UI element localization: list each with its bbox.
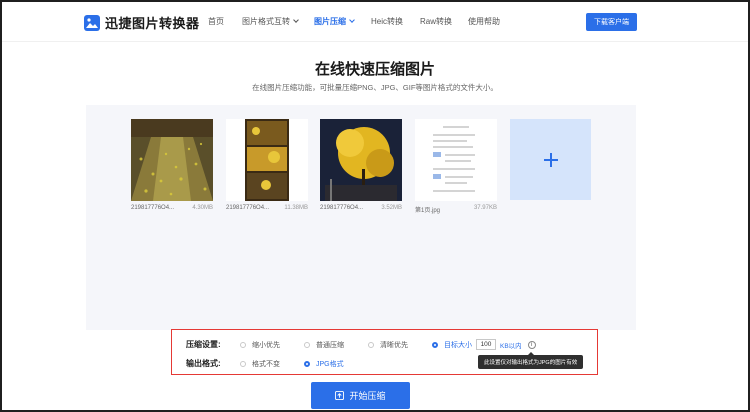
page-title: 在线快速压缩图片 (314, 61, 435, 78)
nav-home[interactable]: 首页 (208, 16, 242, 27)
nav-format-convert[interactable]: 图片格式互转 (242, 16, 314, 27)
compress-option-smallest[interactable]: 缩小优先 (240, 340, 304, 350)
start-compress-button[interactable]: 开始压缩 (311, 382, 410, 409)
option-label: 缩小优先 (252, 341, 280, 349)
image-icon (84, 14, 100, 31)
nav-heic[interactable]: Heic转换 (371, 16, 420, 27)
nav-label: 首页 (208, 17, 224, 26)
compress-option-target-size[interactable]: 目标大小 (432, 340, 472, 350)
nav-label: 使用帮助 (468, 17, 500, 26)
page-subtitle: 在线图片压缩功能，可批量压缩PNG、JPG、GIF等图片格式的文件大小。 (252, 83, 498, 92)
upload-area[interactable]: 219817776O4... 4.30MB 219817776O4... 11.… (86, 105, 636, 330)
file-thumbnail (320, 119, 402, 201)
download-client-button[interactable]: 下载客户端 (586, 13, 637, 31)
add-file-button[interactable] (510, 119, 591, 200)
radio-icon (368, 341, 374, 348)
compress-icon (335, 391, 345, 400)
logo[interactable]: 迅捷图片转换器 (84, 13, 200, 32)
output-format-label: 输出格式: (186, 359, 221, 368)
jpg-only-tooltip: 此设置仅对输出格式为JPG的图片有效 (478, 352, 584, 369)
radio-icon (304, 341, 310, 348)
compress-settings-row: 压缩设置: 缩小优先 普通压缩 清晰优先 目标大小 KB以内 i (186, 339, 536, 350)
radio-icon (240, 360, 246, 367)
file-name: 219817776O4... (320, 205, 364, 211)
nav-image-compress[interactable]: 图片压缩 (314, 16, 371, 27)
app-frame: 迅捷图片转换器 首页 图片格式互转 图片压缩 Heic转换 Raw转换 使用帮助 (0, 0, 750, 412)
info-icon[interactable]: i (527, 340, 536, 349)
file-size: 3.52MB (381, 205, 402, 211)
compress-settings-panel: 压缩设置: 缩小优先 普通压缩 清晰优先 目标大小 KB以内 i 输出格式: (171, 329, 598, 375)
chevron-down-icon (293, 17, 299, 23)
chevron-down-icon (349, 17, 355, 23)
compress-option-clarity[interactable]: 清晰优先 (368, 340, 432, 350)
top-header: 迅捷图片转换器 首页 图片格式互转 图片压缩 Heic转换 Raw转换 使用帮助 (2, 2, 748, 42)
file-size: 37.97KB (473, 205, 497, 211)
option-label: 清晰优先 (380, 341, 408, 349)
file-card[interactable]: 第1页.jpg 37.97KB (415, 119, 497, 214)
radio-icon (240, 341, 246, 348)
radio-selected-icon (432, 341, 438, 348)
file-name: 219817776O4... (131, 205, 175, 211)
file-thumbnail (415, 119, 497, 201)
compress-settings-label: 压缩设置: (186, 340, 221, 349)
file-card[interactable]: 219817776O4... 4.30MB (131, 119, 213, 211)
nav-help[interactable]: 使用帮助 (468, 16, 500, 27)
option-label: 普通压缩 (316, 341, 344, 349)
file-thumbnail (131, 119, 213, 201)
compress-option-normal[interactable]: 普通压缩 (304, 340, 368, 350)
file-name: 第1页.jpg (415, 208, 441, 214)
file-meta: 219817776O4... 4.30MB (131, 205, 213, 211)
file-card[interactable]: 219817776O4... 3.52MB (320, 119, 402, 211)
file-name: 219817776O4... (226, 205, 270, 211)
output-format-row: 输出格式: 格式不变 JPG格式 (186, 358, 344, 369)
file-thumbnail (226, 119, 308, 201)
output-option-keep[interactable]: 格式不变 (240, 359, 304, 369)
nav-label: 图片格式互转 (242, 17, 290, 26)
target-size-input[interactable] (476, 339, 496, 350)
file-meta: 第1页.jpg 37.97KB (415, 205, 497, 214)
main-nav: 首页 图片格式互转 图片压缩 Heic转换 Raw转换 使用帮助 (208, 16, 500, 27)
file-meta: 219817776O4... 11.38MB (226, 205, 308, 211)
nav-label: Heic转换 (371, 17, 404, 26)
brand-name: 迅捷图片转换器 (105, 16, 200, 31)
target-size-unit: KB以内 (500, 342, 522, 350)
nav-label: Raw转换 (420, 17, 453, 26)
nav-label: 图片压缩 (314, 17, 346, 26)
start-button-label: 开始压缩 (349, 391, 386, 401)
file-card[interactable]: 219817776O4... 11.38MB (226, 119, 308, 211)
plus-icon (543, 152, 558, 167)
option-label: 目标大小 (444, 341, 472, 349)
option-label: 格式不变 (252, 360, 280, 368)
option-label: JPG格式 (316, 360, 344, 368)
nav-raw[interactable]: Raw转换 (420, 16, 468, 27)
file-meta: 219817776O4... 3.52MB (320, 205, 402, 211)
radio-selected-icon (304, 360, 310, 367)
file-size: 11.38MB (284, 205, 308, 211)
output-option-jpg[interactable]: JPG格式 (304, 359, 344, 369)
file-size: 4.30MB (192, 205, 213, 211)
